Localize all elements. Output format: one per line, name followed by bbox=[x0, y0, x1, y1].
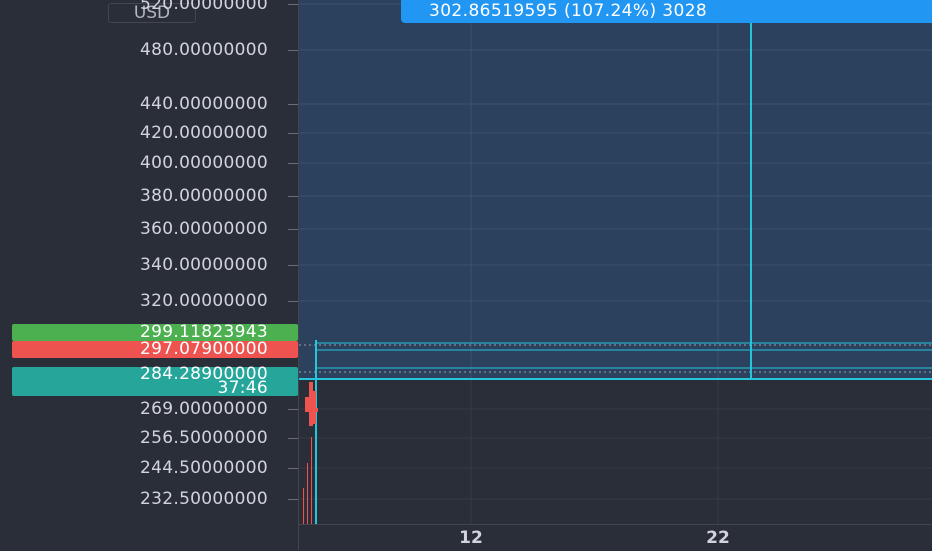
price-tick-label: 244.50000000 bbox=[140, 458, 268, 478]
candle bbox=[309, 382, 313, 426]
price-tick-label: 320.00000000 bbox=[140, 291, 268, 311]
chart-pane[interactable] bbox=[299, 0, 932, 524]
price-tick-label: 256.50000000 bbox=[140, 428, 268, 448]
price-tick-label: 269.00000000 bbox=[140, 399, 268, 419]
price-tick-label: 480.00000000 bbox=[140, 40, 268, 60]
bid-price-label: 297.07900000 bbox=[140, 339, 268, 359]
price-tick-mark bbox=[288, 468, 298, 469]
price-tick-mark bbox=[288, 409, 298, 410]
price-tick-mark bbox=[288, 133, 298, 134]
price-tick-label: 420.00000000 bbox=[140, 123, 268, 143]
price-tick-mark bbox=[288, 104, 298, 105]
candle bbox=[311, 437, 312, 524]
time-label-12: 12 bbox=[459, 528, 483, 548]
time-label-22: 22 bbox=[706, 528, 730, 548]
candle bbox=[303, 488, 304, 524]
price-tick-label: 400.00000000 bbox=[140, 153, 268, 173]
candle bbox=[307, 463, 308, 524]
price-tick-mark bbox=[288, 229, 298, 230]
price-scale[interactable]: USD 520.00000000 480.00000000 440.00000000… bbox=[0, 0, 298, 524]
price-tick-mark bbox=[288, 438, 298, 439]
price-tick-mark bbox=[288, 4, 298, 5]
price-tick-mark bbox=[288, 499, 298, 500]
price-tick-label: 232.50000000 bbox=[140, 489, 268, 509]
bid-price-tag: 297.07900000 bbox=[12, 341, 298, 358]
measure-range-area bbox=[299, 0, 932, 378]
candle bbox=[313, 391, 316, 424]
price-tick-label: 360.00000000 bbox=[140, 219, 268, 239]
candle bbox=[315, 408, 318, 412]
price-tick-mark bbox=[288, 50, 298, 51]
measure-tool-label[interactable]: 302.86519595 (107.24%) 3028 bbox=[401, 0, 932, 23]
last-price-tag: 284.28900000 37:46 bbox=[12, 366, 298, 397]
price-tick-label: 520.00000000 bbox=[140, 0, 268, 14]
price-tick-mark bbox=[288, 196, 298, 197]
price-tick-label: 380.00000000 bbox=[140, 186, 268, 206]
price-tick-mark bbox=[288, 265, 298, 266]
candle bbox=[305, 397, 309, 412]
price-tick-mark bbox=[288, 301, 298, 302]
price-tick-label: 340.00000000 bbox=[140, 255, 268, 275]
time-axis[interactable]: 12 22 bbox=[299, 524, 932, 551]
price-tick-label: 440.00000000 bbox=[140, 94, 268, 114]
chart-canvas[interactable] bbox=[299, 0, 932, 524]
price-tick-mark bbox=[288, 163, 298, 164]
